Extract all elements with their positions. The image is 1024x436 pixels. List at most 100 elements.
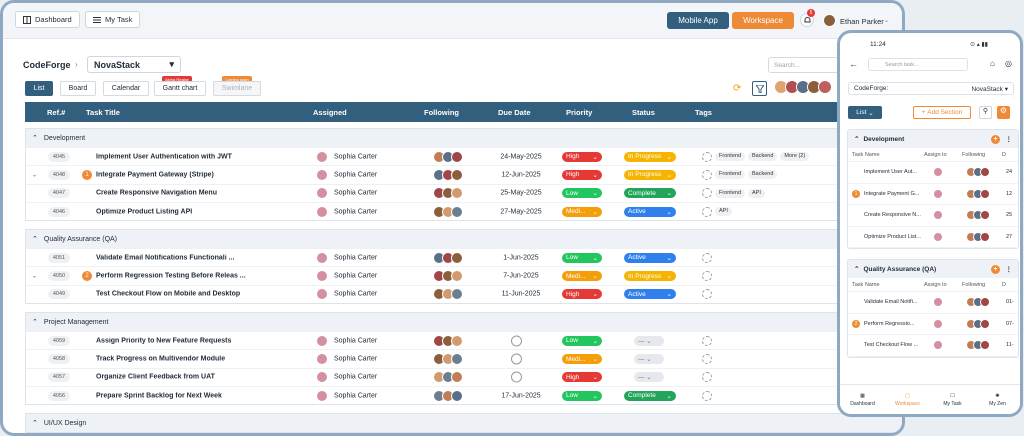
collapse-icon[interactable]: ⌃ (854, 135, 859, 143)
nav-my-zen[interactable]: ✺ My Zen (975, 385, 1020, 414)
status-badge[interactable]: — ⌄ (634, 372, 664, 383)
tag-icon[interactable] (702, 271, 712, 282)
assignee-name[interactable]: Sophia Carter (334, 254, 377, 261)
table-row[interactable]: 4045 Implement User Authentication with J… (26, 147, 902, 165)
more-icon[interactable]: ⋮ (1006, 135, 1013, 143)
followers[interactable] (433, 205, 463, 218)
followers[interactable] (966, 318, 990, 329)
followers[interactable] (433, 270, 463, 283)
status-badge[interactable]: In Progress ⌄ (624, 151, 676, 162)
assignee-avatar[interactable] (316, 251, 328, 264)
due-date[interactable]: 25-May-2025 (496, 190, 546, 197)
mobile-task-row[interactable]: Optimize Product List... 27 (848, 227, 1018, 248)
collapse-icon[interactable]: ⌃ (32, 134, 38, 142)
due-date[interactable]: 12-Jun-2025 (496, 171, 546, 178)
tag-chip[interactable]: Frontend (715, 170, 746, 180)
mobile-task-title[interactable]: Implement User Aut... (864, 169, 922, 175)
status-badge[interactable]: Complete ⌄ (624, 390, 676, 401)
table-row[interactable]: 4046 Optimize Product Listing API Sophia C… (26, 201, 902, 220)
task-title[interactable]: Test Checkout Flow on Mobile and Desktop (96, 291, 296, 298)
tag-icon[interactable] (702, 289, 712, 300)
back-arrow-icon[interactable]: ← (849, 59, 858, 69)
breadcrumb-org[interactable]: CodeForge (23, 60, 71, 70)
priority-badge[interactable]: Low ⌄ (562, 252, 602, 263)
table-row[interactable]: 4056 Prepare Sprint Backlog for Next Week… (26, 385, 902, 404)
dashboard-button[interactable]: Dashboard (15, 11, 80, 28)
followers[interactable] (433, 168, 463, 181)
calendar-icon[interactable] (511, 371, 522, 383)
assignee-avatar[interactable] (316, 205, 328, 218)
col-ref[interactable]: Ref.# (47, 108, 65, 117)
assignee-name[interactable]: Sophia Carter (334, 374, 377, 381)
col-priority[interactable]: Priority (566, 108, 592, 117)
assignee-avatar[interactable] (933, 210, 943, 221)
status-badge[interactable]: In Progress ⌄ (624, 271, 676, 282)
collapse-icon[interactable]: ⌃ (854, 265, 859, 273)
status-badge[interactable]: — ⌄ (634, 335, 664, 346)
tag-icon[interactable] (702, 206, 712, 217)
mobile-task-row[interactable]: Create Responsive N... 25 (848, 205, 1018, 227)
tab-board[interactable]: Board (60, 81, 96, 96)
due-date[interactable]: 01- (1006, 299, 1014, 305)
assignee-avatar[interactable] (316, 187, 328, 200)
task-title[interactable]: Assign Priority to New Feature Requests (96, 337, 296, 344)
table-row[interactable]: 4047 Create Responsive Navigation Menu Sop… (26, 183, 902, 202)
user-name[interactable]: Ethan Parker (840, 17, 884, 26)
assignee-avatar[interactable] (933, 318, 943, 329)
followers[interactable] (966, 167, 990, 178)
priority-badge[interactable]: High ⌄ (562, 169, 602, 180)
collapse-icon[interactable]: ⌃ (32, 318, 38, 326)
col-tags[interactable]: Tags (695, 108, 712, 117)
assignee-name[interactable]: Sophia Carter (334, 153, 377, 160)
priority-badge[interactable]: High ⌄ (562, 151, 602, 162)
assignee-avatar[interactable] (933, 188, 943, 199)
assignee-avatar[interactable] (316, 371, 328, 384)
nav-my-task[interactable]: ☐ My Task (930, 385, 975, 414)
workspace-button[interactable]: Workspace (732, 12, 794, 29)
followers[interactable] (433, 334, 463, 347)
assignee-avatar[interactable] (316, 389, 328, 402)
expand-icon[interactable]: ⌄ (32, 273, 37, 280)
assignee-name[interactable]: Sophia Carter (334, 337, 377, 344)
tag-icon[interactable] (702, 151, 712, 162)
nav-workspace[interactable]: ▢ Workspace (885, 385, 930, 414)
assignee-avatar[interactable] (316, 334, 328, 347)
tag-icon[interactable] (702, 335, 712, 346)
task-title[interactable]: Optimize Product Listing API (96, 208, 296, 215)
due-date[interactable]: 17-Jun-2025 (496, 392, 546, 399)
tag-chip[interactable]: Backend (748, 170, 778, 180)
status-badge[interactable]: Active ⌄ (624, 289, 676, 300)
section-header[interactable]: ⌃ UI/UX Design (26, 414, 902, 433)
assignee-avatar[interactable] (933, 167, 943, 178)
task-title[interactable]: Track Progress on Multivendor Module (96, 356, 296, 363)
task-title[interactable]: Integrate Payment Gateway (Stripe) (96, 171, 296, 178)
followers[interactable] (966, 188, 990, 199)
mobile-section-header[interactable]: ⌃ Development + ⋮ (848, 130, 1018, 148)
assignee-avatar[interactable] (316, 353, 328, 366)
mobile-section-header[interactable]: ⌃ Quality Assurance (QA) + ⋮ (848, 260, 1018, 278)
followers[interactable] (433, 353, 463, 366)
priority-badge[interactable]: Medi... ⌄ (562, 354, 602, 365)
refresh-icon[interactable]: ⟳ (733, 83, 741, 94)
followers[interactable] (433, 251, 463, 264)
project-select[interactable]: NovaStack ▾ (87, 56, 181, 73)
priority-badge[interactable]: Medi... ⌄ (562, 271, 602, 282)
filter-icon[interactable] (752, 81, 767, 96)
priority-badge[interactable]: Low ⌄ (562, 390, 602, 401)
mobile-task-title[interactable]: Optimize Product List... (864, 234, 922, 240)
assignee-avatar[interactable] (316, 150, 328, 163)
mobile-task-row[interactable]: Validate Email Notifi... 01- (848, 292, 1018, 314)
collapse-icon[interactable]: ⌃ (32, 419, 38, 427)
section-header[interactable]: ⌃ Development (26, 129, 902, 147)
task-title[interactable]: Organize Client Feedback from UAT (96, 374, 296, 381)
table-row[interactable]: 4049 Test Checkout Flow on Mobile and Des… (26, 284, 902, 303)
followers[interactable] (966, 340, 990, 351)
followers[interactable] (433, 150, 463, 163)
assignee-avatar[interactable] (316, 270, 328, 283)
filter-icon[interactable]: ⚲ (979, 106, 992, 119)
task-title[interactable]: Implement User Authentication with JWT (96, 153, 296, 160)
status-badge[interactable]: — ⌄ (634, 354, 664, 365)
followers[interactable] (966, 231, 990, 242)
tag-icon[interactable] (702, 390, 712, 401)
bell-icon[interactable]: 5 (800, 9, 815, 27)
